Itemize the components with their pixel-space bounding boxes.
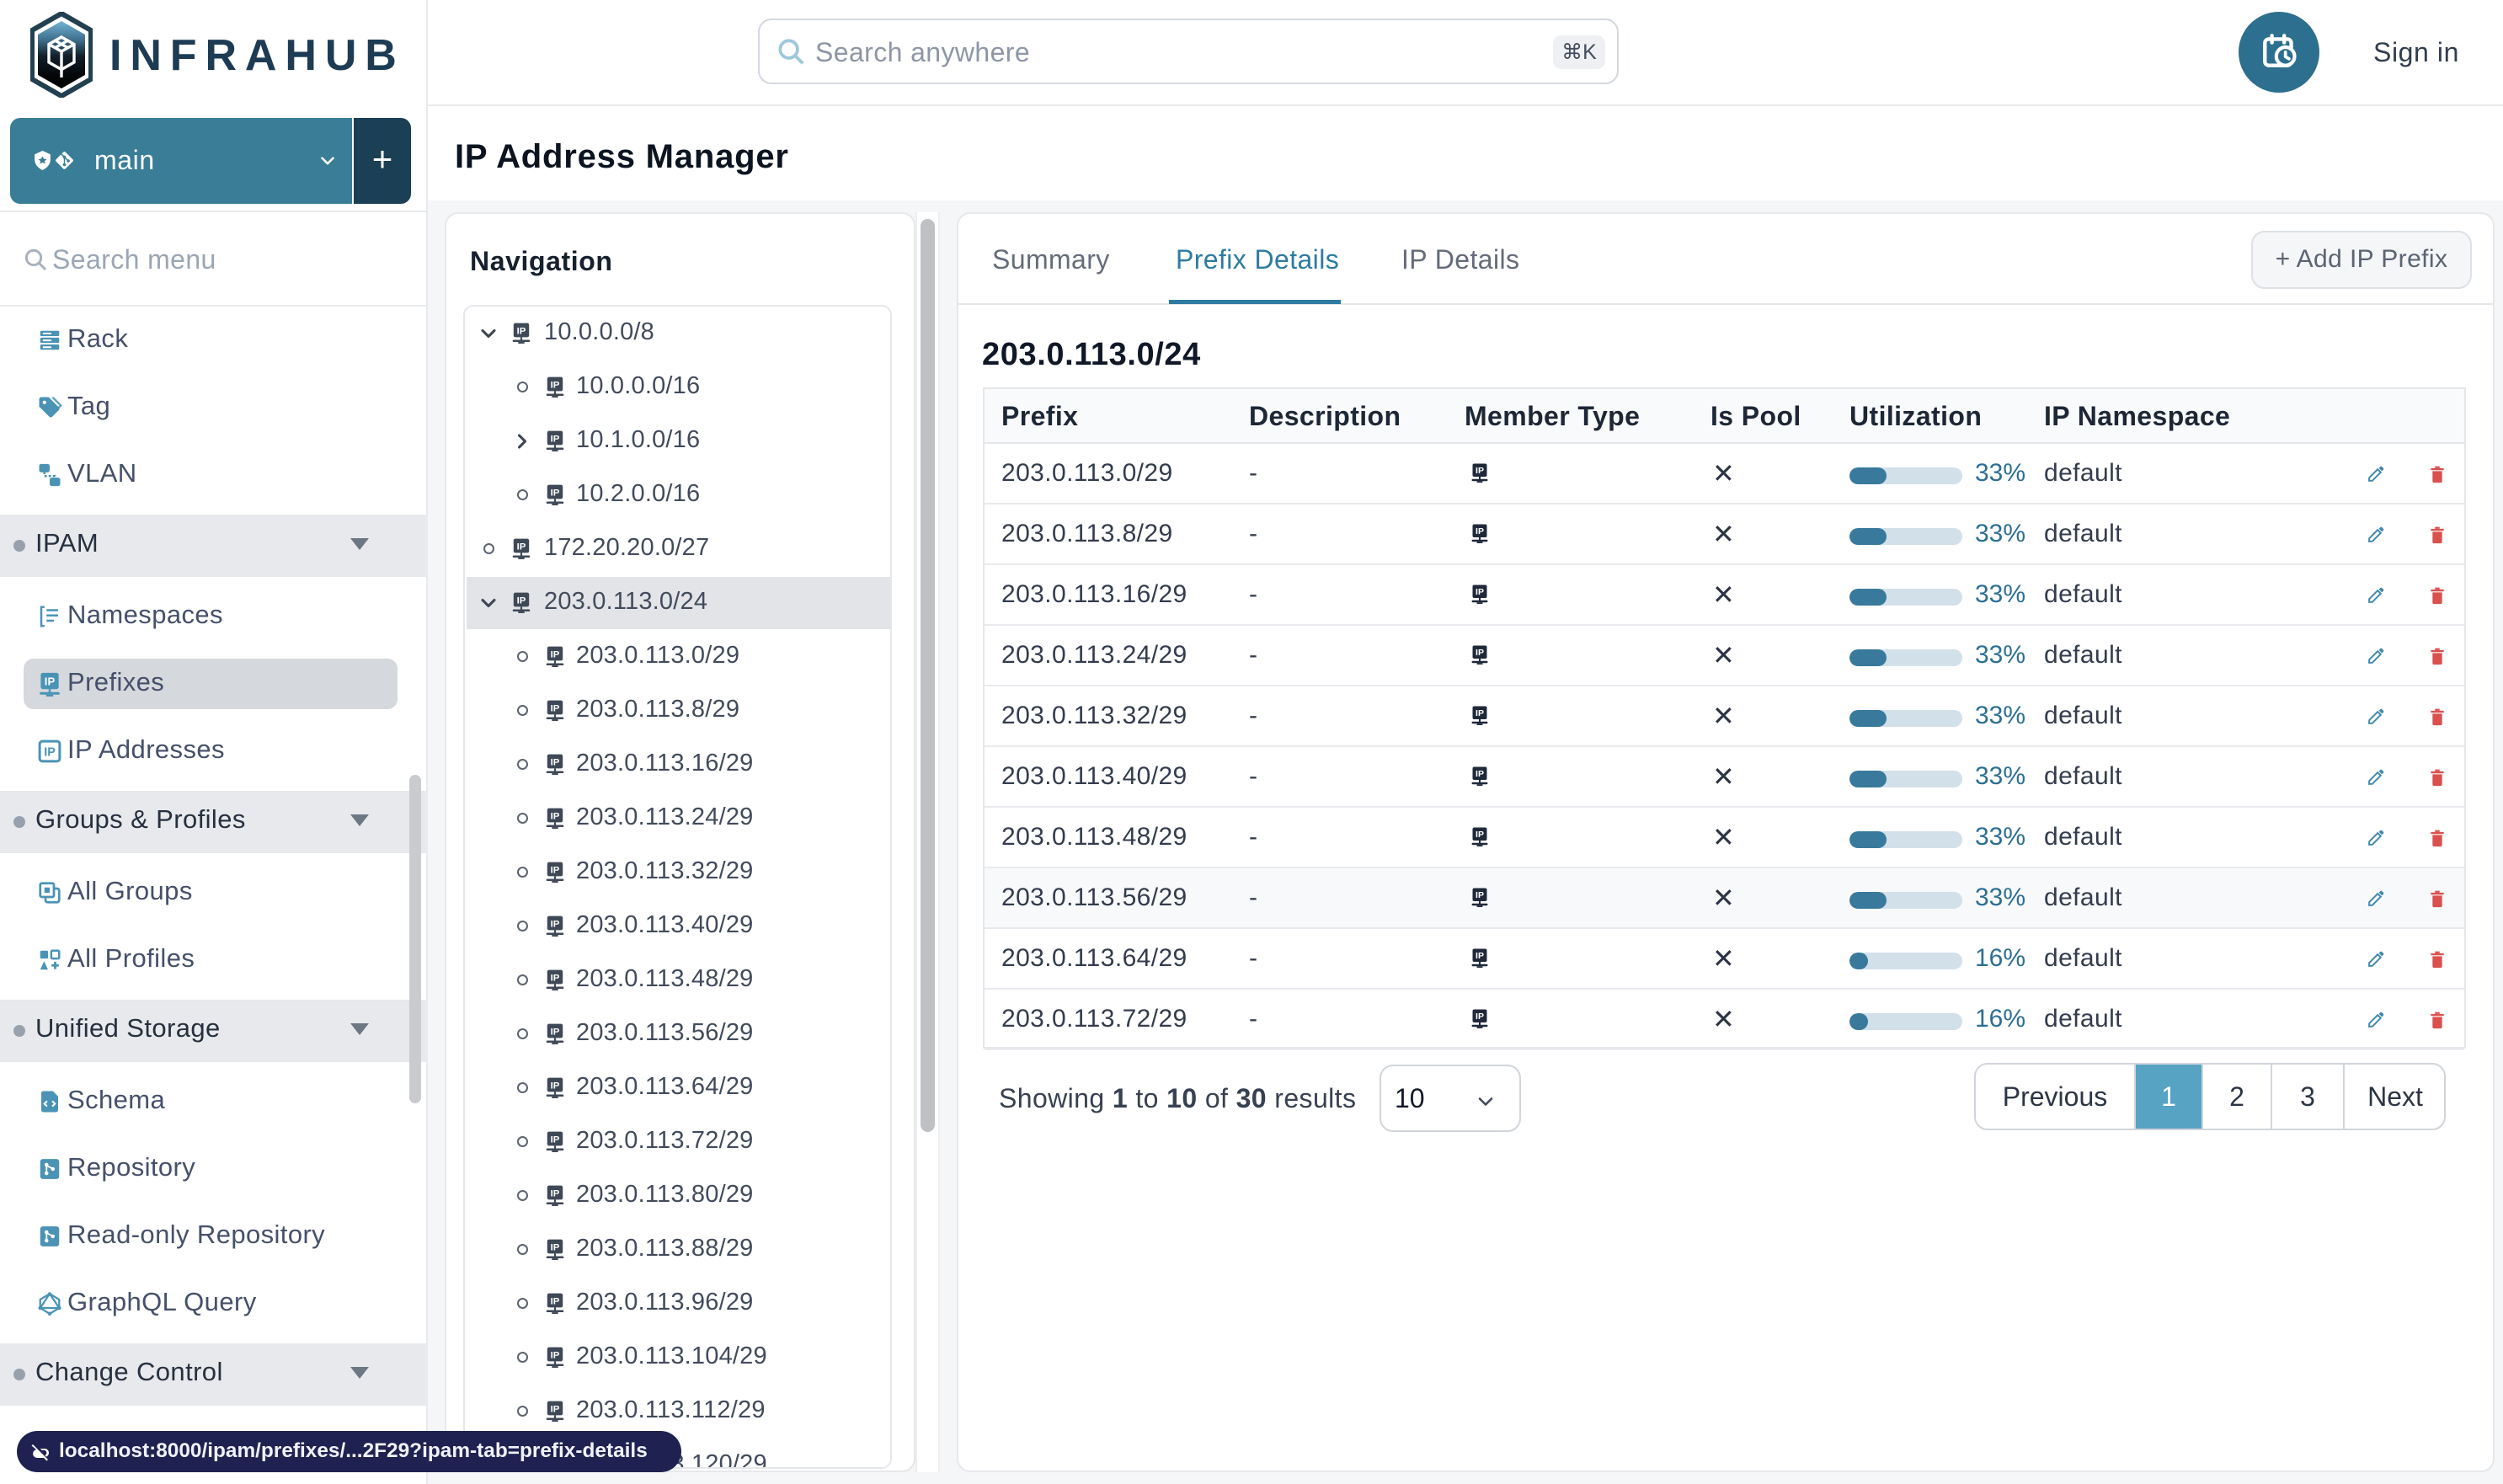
svg-text:IP: IP [1476, 830, 1484, 840]
svg-text:IP: IP [1476, 526, 1484, 536]
svg-text:IP: IP [1476, 890, 1484, 900]
svg-text:IP: IP [551, 488, 560, 498]
svg-text:IP: IP [45, 675, 56, 688]
svg-text:IP: IP [551, 649, 560, 659]
svg-text:IP: IP [551, 973, 560, 983]
svg-text:IP: IP [551, 757, 560, 767]
svg-text:IP: IP [517, 542, 526, 552]
svg-text:IP: IP [551, 919, 560, 929]
svg-text:IP: IP [551, 1134, 560, 1145]
svg-text:IP: IP [517, 595, 526, 606]
svg-text:IP: IP [517, 326, 526, 336]
svg-text:IP: IP [551, 1188, 560, 1198]
svg-text:IP: IP [1476, 648, 1484, 658]
svg-text:IP: IP [1476, 951, 1484, 961]
svg-text:IP: IP [1476, 466, 1484, 476]
svg-text:IP: IP [551, 811, 560, 821]
svg-text:IP: IP [551, 434, 560, 444]
svg-text:IP: IP [1476, 1012, 1484, 1022]
svg-text:IP: IP [44, 745, 56, 759]
svg-text:IP: IP [551, 1242, 560, 1252]
svg-text:IP: IP [551, 1296, 560, 1306]
svg-text:IP: IP [551, 865, 560, 875]
svg-text:IP: IP [551, 1350, 560, 1360]
svg-text:IP: IP [551, 1081, 560, 1091]
svg-text:IP: IP [551, 703, 560, 713]
svg-text:IP: IP [551, 1404, 560, 1414]
svg-text:IP: IP [1476, 587, 1484, 597]
svg-text:IP: IP [1476, 769, 1484, 779]
svg-text:IP: IP [1476, 708, 1484, 718]
svg-text:IP: IP [551, 1027, 560, 1037]
svg-text:IP: IP [551, 380, 560, 390]
